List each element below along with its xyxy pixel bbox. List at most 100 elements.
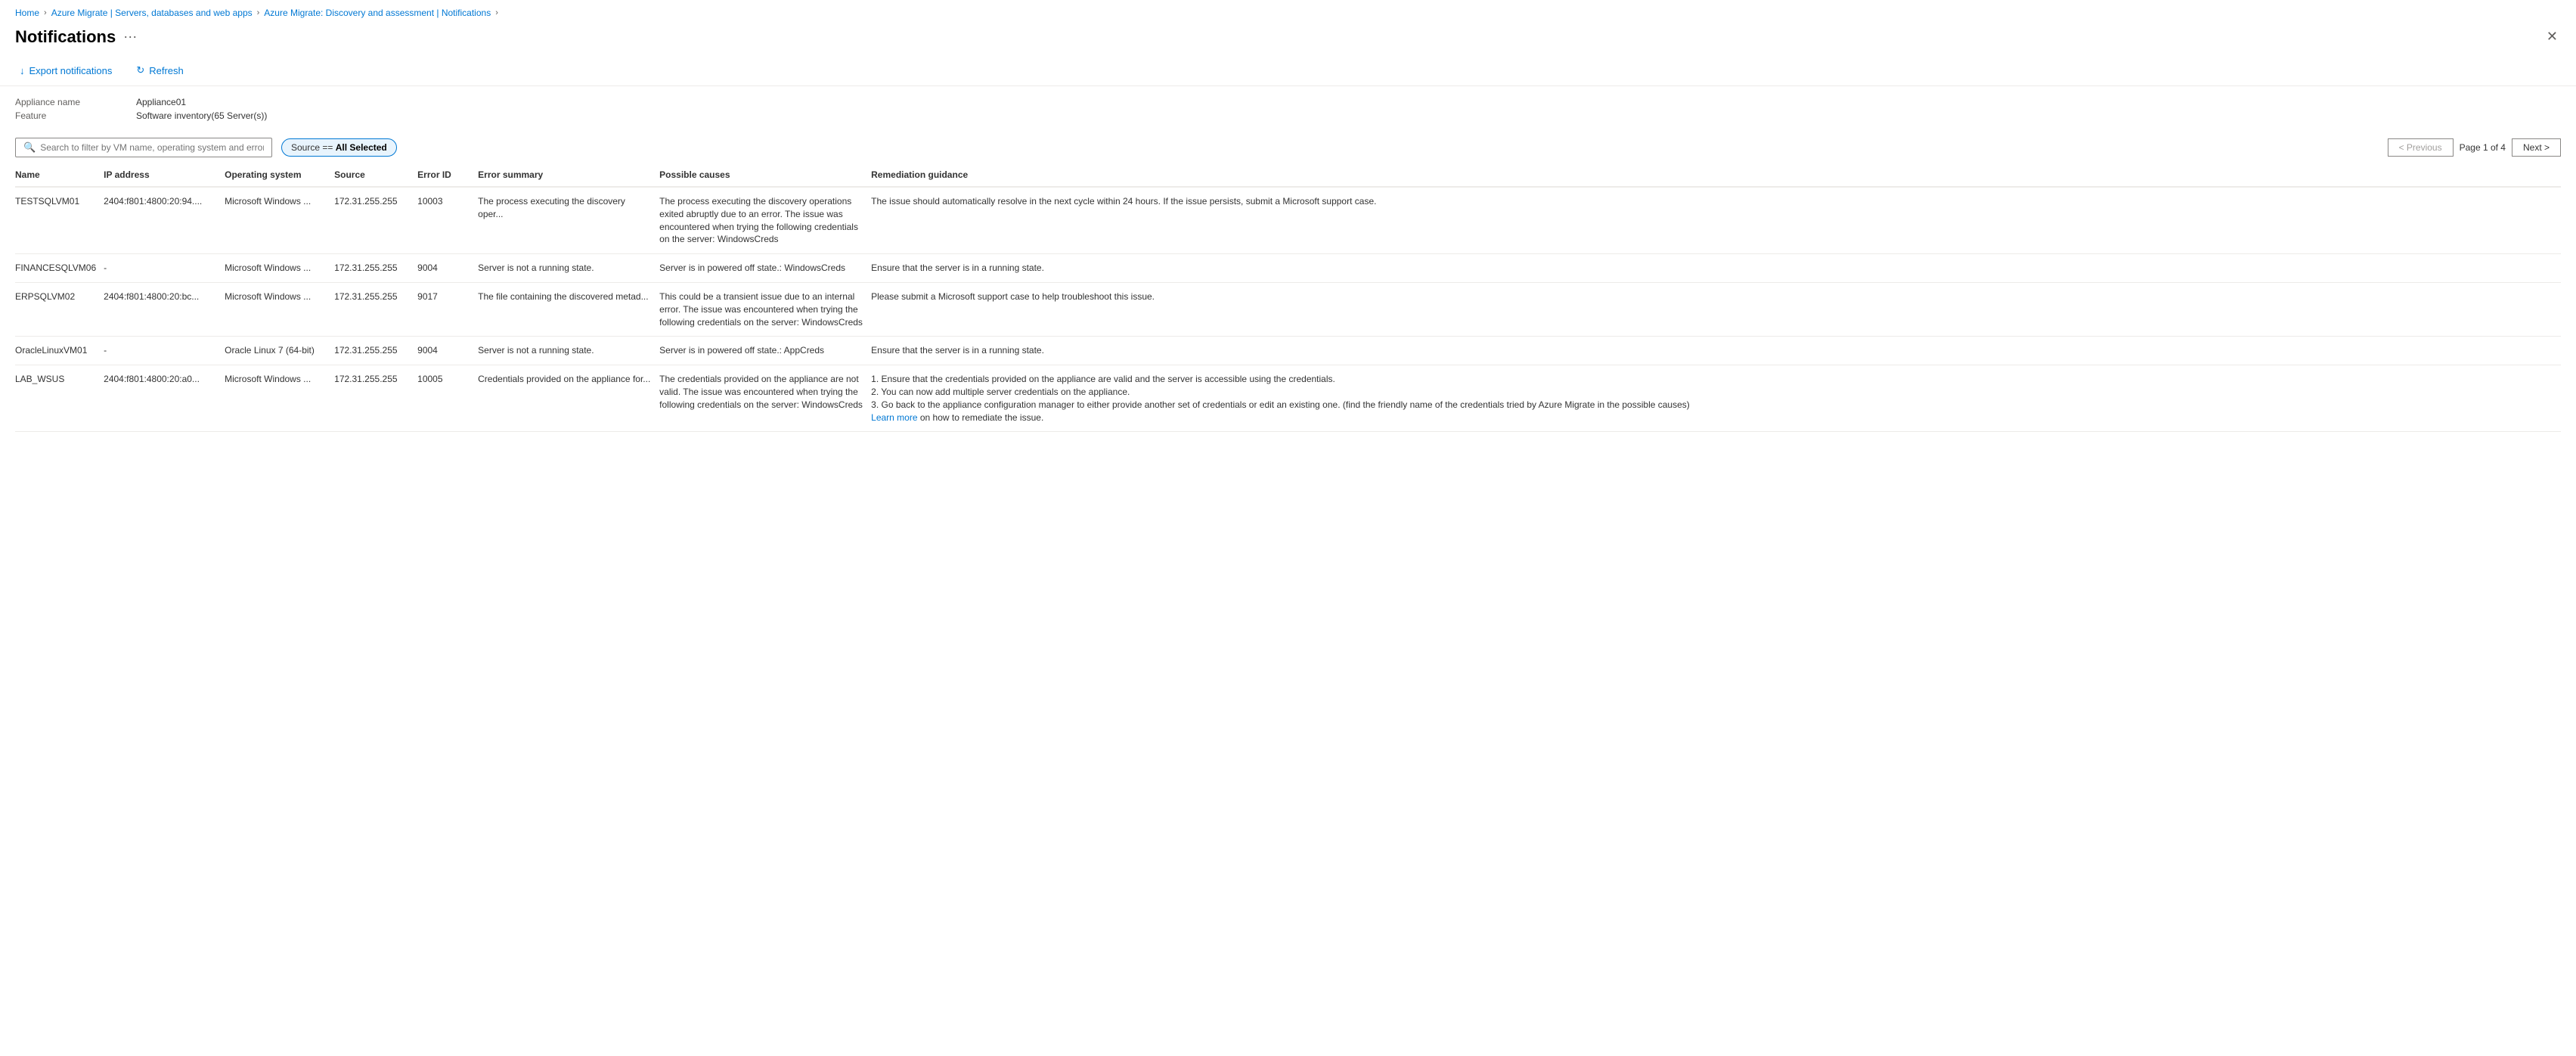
filter-row-left: 🔍 Source == All Selected bbox=[15, 138, 397, 157]
col-header-os: Operating system bbox=[225, 163, 334, 187]
cell-ip: 2404:f801:4800:20:bc... bbox=[104, 282, 225, 336]
remediation-part-3: 3. Go back to the appliance configuratio… bbox=[871, 399, 1690, 410]
cell-possible-causes: Server is in powered off state.: AppCred… bbox=[659, 337, 871, 365]
table-body: TESTSQLVM01 2404:f801:4800:20:94.... Mic… bbox=[15, 187, 2561, 432]
cell-name: LAB_WSUS bbox=[15, 365, 104, 432]
cell-source: 172.31.255.255 bbox=[334, 365, 417, 432]
breadcrumb-sep-2: › bbox=[257, 8, 260, 17]
cell-error-summary: Server is not a running state. bbox=[478, 254, 659, 283]
col-header-remediation: Remediation guidance bbox=[871, 163, 2561, 187]
cell-name: FINANCESQLVM06 bbox=[15, 254, 104, 283]
export-notifications-button[interactable]: ↓ Export notifications bbox=[15, 62, 116, 79]
col-header-error-id: Error ID bbox=[417, 163, 478, 187]
source-badge-text: Source == All Selected bbox=[291, 142, 387, 153]
table-header: Name IP address Operating system Source … bbox=[15, 163, 2561, 187]
cell-ip: - bbox=[104, 337, 225, 365]
breadcrumb-servers[interactable]: Azure Migrate | Servers, databases and w… bbox=[51, 8, 253, 18]
cell-source: 172.31.255.255 bbox=[334, 337, 417, 365]
cell-possible-causes: This could be a transient issue due to a… bbox=[659, 282, 871, 336]
cell-source: 172.31.255.255 bbox=[334, 282, 417, 336]
cell-os: Microsoft Windows ... bbox=[225, 254, 334, 283]
cell-os: Microsoft Windows ... bbox=[225, 365, 334, 432]
table-container: Name IP address Operating system Source … bbox=[0, 163, 2576, 432]
cell-remediation: Please submit a Microsoft support case t… bbox=[871, 282, 2561, 336]
cell-error-summary: Credentials provided on the appliance fo… bbox=[478, 365, 659, 432]
cell-name: TESTSQLVM01 bbox=[15, 187, 104, 254]
more-options-icon[interactable]: ··· bbox=[123, 29, 137, 45]
col-header-name: Name bbox=[15, 163, 104, 187]
breadcrumb-sep-3: › bbox=[495, 8, 498, 17]
page-header: Notifications ··· ✕ bbox=[0, 23, 2576, 55]
appliance-label: Appliance name bbox=[15, 97, 136, 107]
next-button[interactable]: Next > bbox=[2512, 138, 2561, 157]
remediation-part-2: 2. You can now add multiple server crede… bbox=[871, 387, 1130, 397]
remediation-link-suffix: on how to remediate the issue. bbox=[918, 412, 1044, 423]
appliance-row: Appliance name Appliance01 bbox=[15, 97, 2561, 107]
remediation-part-1: 1. Ensure that the credentials provided … bbox=[871, 374, 1335, 384]
previous-button[interactable]: < Previous bbox=[2388, 138, 2454, 157]
page-title: Notifications bbox=[15, 27, 116, 47]
breadcrumb-home[interactable]: Home bbox=[15, 8, 39, 18]
breadcrumb-notifications[interactable]: Azure Migrate: Discovery and assessment … bbox=[264, 8, 491, 18]
refresh-icon: ↻ bbox=[136, 64, 144, 76]
table-row: ERPSQLVM02 2404:f801:4800:20:bc... Micro… bbox=[15, 282, 2561, 336]
page-header-left: Notifications ··· bbox=[15, 27, 137, 47]
cell-possible-causes: The process executing the discovery oper… bbox=[659, 187, 871, 254]
refresh-button[interactable]: ↻ Refresh bbox=[132, 61, 188, 79]
breadcrumb-sep-1: › bbox=[44, 8, 47, 17]
page-info: Page 1 of 4 bbox=[2460, 142, 2506, 153]
export-icon: ↓ bbox=[20, 65, 25, 76]
filter-row: 🔍 Source == All Selected < Previous Page… bbox=[0, 132, 2576, 163]
breadcrumb: Home › Azure Migrate | Servers, database… bbox=[0, 0, 2576, 23]
feature-row: Feature Software inventory(65 Server(s)) bbox=[15, 110, 2561, 121]
pagination: < Previous Page 1 of 4 Next > bbox=[2388, 138, 2561, 157]
cell-ip: 2404:f801:4800:20:94.... bbox=[104, 187, 225, 254]
cell-remediation-lab-wsus: 1. Ensure that the credentials provided … bbox=[871, 365, 2561, 432]
cell-source: 172.31.255.255 bbox=[334, 254, 417, 283]
feature-value: Software inventory(65 Server(s)) bbox=[136, 110, 267, 121]
cell-remediation: Ensure that the server is in a running s… bbox=[871, 337, 2561, 365]
export-label: Export notifications bbox=[29, 65, 113, 76]
cell-error-id: 9004 bbox=[417, 337, 478, 365]
cell-os: Oracle Linux 7 (64-bit) bbox=[225, 337, 334, 365]
col-header-source: Source bbox=[334, 163, 417, 187]
cell-error-id: 10003 bbox=[417, 187, 478, 254]
col-header-ip: IP address bbox=[104, 163, 225, 187]
cell-error-id: 9017 bbox=[417, 282, 478, 336]
cell-remediation: The issue should automatically resolve i… bbox=[871, 187, 2561, 254]
cell-os: Microsoft Windows ... bbox=[225, 282, 334, 336]
table-row: TESTSQLVM01 2404:f801:4800:20:94.... Mic… bbox=[15, 187, 2561, 254]
feature-label: Feature bbox=[15, 110, 136, 121]
notifications-table: Name IP address Operating system Source … bbox=[15, 163, 2561, 432]
cell-error-id: 9004 bbox=[417, 254, 478, 283]
table-row: FINANCESQLVM06 - Microsoft Windows ... 1… bbox=[15, 254, 2561, 283]
cell-ip: - bbox=[104, 254, 225, 283]
toolbar: ↓ Export notifications ↻ Refresh bbox=[0, 55, 2576, 86]
cell-remediation: Ensure that the server is in a running s… bbox=[871, 254, 2561, 283]
cell-error-summary: The file containing the discovered metad… bbox=[478, 282, 659, 336]
refresh-label: Refresh bbox=[149, 65, 184, 76]
cell-possible-causes: The credentials provided on the applianc… bbox=[659, 365, 871, 432]
learn-more-link[interactable]: Learn more bbox=[871, 412, 917, 423]
cell-name: OracleLinuxVM01 bbox=[15, 337, 104, 365]
close-icon[interactable]: ✕ bbox=[2543, 26, 2561, 48]
cell-ip: 2404:f801:4800:20:a0... bbox=[104, 365, 225, 432]
cell-possible-causes: Server is in powered off state.: Windows… bbox=[659, 254, 871, 283]
source-badge[interactable]: Source == All Selected bbox=[281, 138, 397, 157]
search-icon: 🔍 bbox=[23, 141, 36, 154]
cell-source: 172.31.255.255 bbox=[334, 187, 417, 254]
search-input[interactable] bbox=[40, 142, 264, 153]
appliance-value: Appliance01 bbox=[136, 97, 186, 107]
col-header-possible-causes: Possible causes bbox=[659, 163, 871, 187]
col-header-error-summary: Error summary bbox=[478, 163, 659, 187]
cell-error-summary: The process executing the discovery oper… bbox=[478, 187, 659, 254]
table-row: OracleLinuxVM01 - Oracle Linux 7 (64-bit… bbox=[15, 337, 2561, 365]
table-row: LAB_WSUS 2404:f801:4800:20:a0... Microso… bbox=[15, 365, 2561, 432]
search-box[interactable]: 🔍 bbox=[15, 138, 272, 157]
table-header-row: Name IP address Operating system Source … bbox=[15, 163, 2561, 187]
cell-os: Microsoft Windows ... bbox=[225, 187, 334, 254]
cell-error-id: 10005 bbox=[417, 365, 478, 432]
cell-error-summary: Server is not a running state. bbox=[478, 337, 659, 365]
cell-name: ERPSQLVM02 bbox=[15, 282, 104, 336]
meta-section: Appliance name Appliance01 Feature Softw… bbox=[0, 86, 2576, 132]
